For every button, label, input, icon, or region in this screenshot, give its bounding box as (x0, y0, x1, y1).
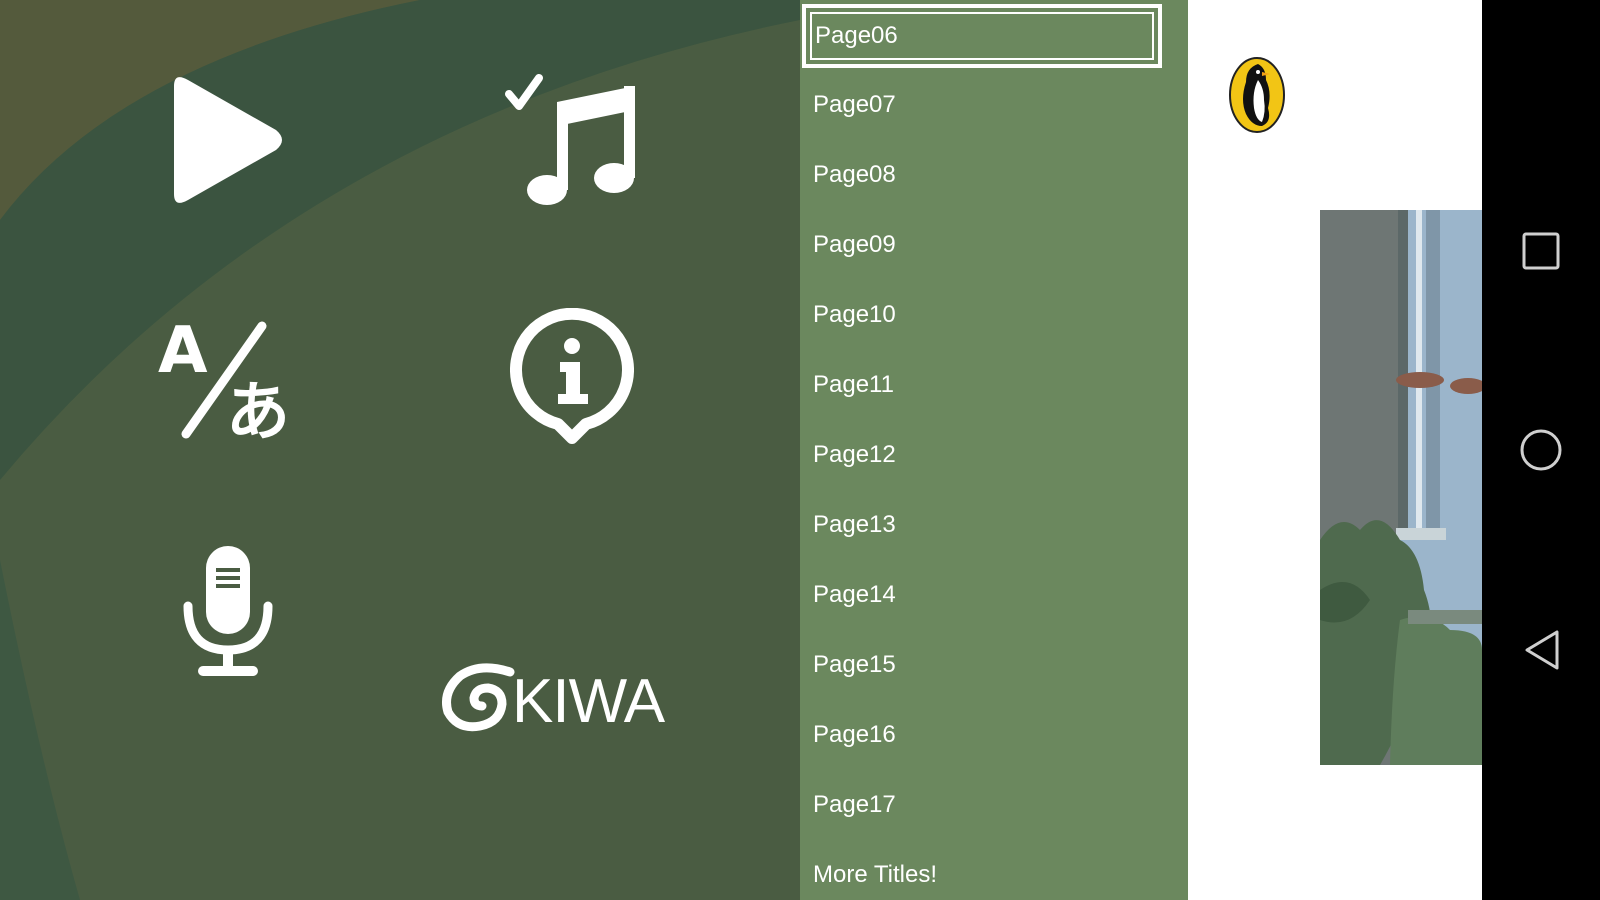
kiwa-logo-text: KIWA (512, 667, 666, 732)
menu-item-label: Page12 (813, 441, 896, 468)
music-toggle-button[interactable] (505, 72, 645, 212)
book-page[interactable] (1188, 0, 1482, 900)
menu-item-page16[interactable]: Page16 (800, 700, 1188, 770)
menu-item-label: Page17 (813, 791, 896, 818)
menu-item-page14[interactable]: Page14 (800, 560, 1188, 630)
translate-icon: A あ (158, 314, 290, 442)
menu-item-more-titles[interactable]: More Titles! (800, 840, 1188, 900)
triangle-back-icon (1525, 630, 1559, 670)
menu-item-label: Page14 (813, 581, 896, 608)
menu-item-page06[interactable]: Page06 (802, 4, 1162, 68)
back-button[interactable] (1516, 625, 1566, 675)
page-illustration (1320, 210, 1482, 765)
circle-icon (1520, 429, 1562, 471)
translate-button[interactable]: A あ (158, 312, 298, 442)
info-icon (510, 308, 634, 444)
menu-item-page17[interactable]: Page17 (800, 770, 1188, 840)
record-button[interactable] (182, 544, 274, 680)
menu-item-page10[interactable]: Page10 (800, 280, 1188, 350)
menu-item-label: Page10 (813, 301, 896, 328)
menu-item-label: Page15 (813, 651, 896, 678)
menu-item-page12[interactable]: Page12 (800, 420, 1188, 490)
kiwa-logo-icon: KIWA (442, 663, 667, 732)
penguin-logo-icon (1229, 57, 1285, 133)
microphone-icon (183, 546, 273, 676)
system-navigation-bar (1482, 0, 1600, 900)
menu-item-label: Page06 (815, 22, 898, 49)
page-menu: Page06 Page07 Page08 Page09 Page10 Page1… (800, 0, 1188, 900)
svg-text:A: A (158, 314, 208, 388)
menu-item-label: Page13 (813, 511, 896, 538)
home-button[interactable] (1516, 425, 1566, 475)
svg-text:あ: あ (226, 376, 290, 442)
menu-item-page11[interactable]: Page11 (800, 350, 1188, 420)
menu-item-label: Page11 (813, 371, 894, 398)
menu-item-label: Page08 (813, 161, 896, 188)
menu-item-label: More Titles! (813, 861, 938, 888)
background-curves (0, 0, 800, 900)
window-scene-image (1320, 210, 1482, 765)
info-button[interactable] (510, 308, 634, 448)
menu-item-page09[interactable]: Page09 (800, 210, 1188, 280)
play-button[interactable] (160, 70, 290, 210)
menu-item-label: Page09 (813, 231, 896, 258)
menu-item-page08[interactable]: Page08 (800, 140, 1188, 210)
menu-item-label: Page16 (813, 721, 896, 748)
menu-item-page13[interactable]: Page13 (800, 490, 1188, 560)
control-panel: A あ KIWA (0, 0, 800, 900)
menu-item-page15[interactable]: Page15 (800, 630, 1188, 700)
recents-button[interactable] (1516, 226, 1566, 276)
kiwa-logo: KIWA (440, 660, 680, 732)
play-icon (174, 77, 282, 203)
menu-item-page07[interactable]: Page07 (800, 70, 1188, 140)
square-icon (1522, 232, 1560, 270)
menu-item-label: Page07 (813, 91, 896, 118)
music-check-icon (505, 74, 635, 205)
